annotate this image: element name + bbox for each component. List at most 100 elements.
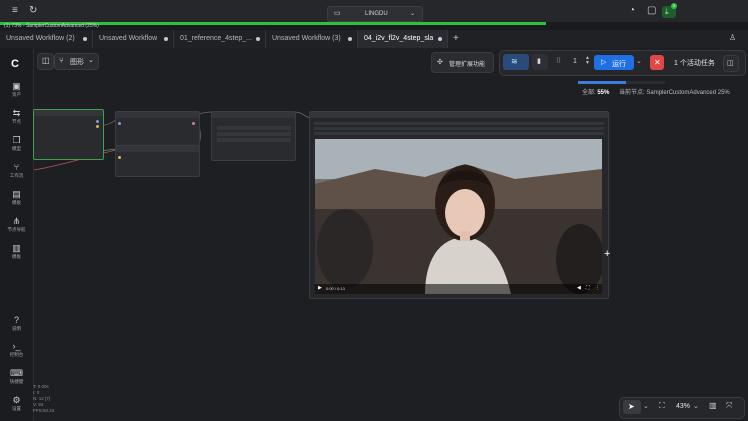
input-port[interactable] — [118, 156, 121, 159]
video-controls: ▶ 0:00 / 0:13 ◀ ⛶ ⋮ — [315, 284, 602, 294]
drag-handle-icon[interactable]: ⠿ — [556, 57, 561, 65]
sidebar-item-node-map[interactable]: ⋔ 节点导航 — [0, 216, 33, 233]
stepper-arrows-icon[interactable]: ▲ ▼ — [585, 56, 590, 66]
terminal-icon: ›_ — [12, 341, 21, 351]
wave-icon: ≋ — [511, 57, 518, 66]
gallery-icon: ▥ — [12, 243, 21, 253]
widget-row[interactable] — [314, 122, 604, 125]
download-badge: 0 — [671, 3, 677, 9]
active-tasks-label[interactable]: 1 个活动任务 — [674, 58, 715, 68]
new-tab-button[interactable]: + — [453, 33, 459, 44]
tab-unsaved-workflow-3[interactable]: Unsaved Workflow (3) — [266, 30, 358, 48]
minimap-icon[interactable]: ▥ — [709, 401, 717, 410]
video-preview[interactable]: ▶ 0:00 / 0:13 ◀ ⛶ ⋮ — [315, 139, 602, 294]
fullscreen-icon[interactable]: ⛶ — [586, 285, 590, 291]
download-button[interactable]: ⤓ 0 — [662, 3, 677, 18]
overall-progress-bar — [578, 81, 626, 84]
run-button[interactable]: ▷ 运行 — [594, 55, 634, 70]
status-line: 全部: 55% 当前节点: SamplerCustomAdvanced 25% — [582, 87, 730, 96]
more-icon[interactable]: ⋮ — [595, 285, 600, 291]
pointer-icon: ➤ — [628, 402, 635, 411]
download-icon: ⤓ — [665, 7, 669, 16]
current-node-label: 当前节点: — [619, 90, 645, 96]
user-icon[interactable]: ♙ — [729, 33, 736, 42]
unsaved-dot-icon — [438, 37, 442, 41]
tab-label: 04_i2v_fl2v_4step_sla — [364, 35, 434, 42]
widget-row[interactable] — [314, 132, 604, 135]
play-icon: ▷ — [601, 59, 607, 66]
play-icon[interactable]: ▶ — [318, 285, 322, 291]
sidebar-item-console[interactable]: ›_ 控制台 — [0, 341, 33, 358]
device-selector[interactable]: ▭ LINGDU ⌄ — [327, 6, 423, 22]
current-node-value: SamplerCustomAdvanced 25% — [646, 90, 730, 96]
tab-01-reference[interactable]: 01_reference_4step_... — [174, 30, 266, 48]
load-image-node[interactable] — [33, 109, 104, 160]
widget-row[interactable] — [314, 127, 604, 130]
link-visibility-icon[interactable]: ⤧ — [726, 401, 732, 411]
unsaved-dot-icon — [83, 37, 87, 41]
sidebar-item-templates[interactable]: ▤ 模板 — [0, 189, 33, 206]
progress-text: (1) 73% - SamplerCustomAdvanced (25%) — [4, 23, 99, 29]
flow-icon: ⑂ — [13, 162, 20, 172]
overall-value: 55% — [597, 90, 610, 96]
zoom-level[interactable]: 43% — [676, 403, 690, 410]
video-frame-image — [315, 139, 602, 294]
select-tool-button[interactable]: ➤ — [623, 400, 641, 414]
tab-label: Unsaved Workflow (3) — [272, 35, 341, 42]
queue-panel-button[interactable]: ◫ — [723, 55, 739, 72]
graph-icon: ⑂ — [59, 56, 64, 65]
run-options-chevron-icon[interactable]: ⌄ — [636, 57, 642, 65]
tab-label: 01_reference_4step_... — [180, 35, 252, 42]
sidebar-item-help[interactable]: ? 说明 — [0, 315, 33, 332]
input-port[interactable] — [118, 122, 121, 125]
sidebar-item-gallery[interactable]: ▥ 模板 — [0, 243, 33, 260]
tab-label: Unsaved Workflow — [99, 35, 158, 42]
gear-icon: ⚙ — [12, 395, 21, 405]
sidebar-item-assets[interactable]: ▣ 资产 — [0, 81, 33, 98]
crosshair-cursor-icon: + — [604, 248, 611, 260]
chevron-down-icon[interactable]: ⌄ — [693, 402, 699, 410]
manage-extensions-button[interactable]: ✣ 管理扩展功能 — [431, 52, 494, 73]
tab-unsaved-workflow-2[interactable]: Unsaved Workflow (2) — [0, 30, 93, 48]
link-icon: ⇆ — [12, 108, 21, 118]
panel-icon: ◫ — [42, 56, 50, 65]
stop-button[interactable]: ✕ — [650, 55, 664, 70]
batch-button[interactable]: ▮ — [532, 54, 548, 70]
refresh-icon[interactable]: ↻ — [29, 6, 37, 16]
chevron-down-icon: ⌄ — [88, 57, 94, 64]
sidebar-item-settings[interactable]: ⚙ 设置 — [0, 395, 33, 412]
chat-icon[interactable]: ▢ — [647, 6, 656, 16]
batch-icon: ▮ — [537, 58, 541, 65]
chevron-down-icon: ⌄ — [410, 11, 416, 17]
unsaved-dot-icon — [348, 37, 352, 41]
queue-mode-button[interactable]: ≋ — [503, 54, 529, 70]
sidebar-item-shortcuts[interactable]: ⌨ 快捷键 — [0, 368, 33, 385]
graph-view-button[interactable]: ⑂ 图形 ⌄ — [54, 53, 99, 70]
conditioning-node[interactable] — [115, 145, 200, 177]
encoder-node[interactable] — [115, 111, 200, 146]
run-label: 运行 — [612, 61, 626, 68]
tab-04-i2v[interactable]: 04_i2v_fl2v_4step_sla — [358, 30, 448, 48]
sidebar-item-models[interactable]: ❒ 模型 — [0, 135, 33, 152]
widget-row[interactable] — [217, 138, 291, 142]
volume-icon[interactable]: ◀ — [577, 285, 581, 291]
chevron-down-icon[interactable]: ⌄ — [643, 402, 649, 410]
sampler-node[interactable] — [211, 111, 296, 161]
output-port[interactable] — [192, 122, 195, 125]
sidebar-item-nodes[interactable]: ⇆ 节点 — [0, 108, 33, 125]
widget-row[interactable] — [217, 132, 291, 136]
output-port[interactable] — [96, 120, 99, 123]
bell-icon[interactable]: ◔ — [629, 6, 635, 16]
panel-toggle-button[interactable]: ◫ — [37, 53, 54, 70]
queue-count[interactable]: 1 — [573, 58, 577, 65]
tab-label: Unsaved Workflow (2) — [6, 35, 75, 42]
sidebar-right-icon: ◫ — [727, 60, 734, 67]
widget-row[interactable] — [217, 126, 291, 130]
template-icon: ▤ — [12, 189, 21, 199]
output-port[interactable] — [96, 125, 99, 128]
fit-view-icon[interactable]: ⛶ — [659, 401, 665, 411]
tab-unsaved-workflow[interactable]: Unsaved Workflow — [93, 30, 174, 48]
sidebar-item-workflows[interactable]: ⑂ 工作流 — [0, 162, 33, 179]
menu-icon[interactable]: ≡ — [12, 6, 18, 16]
node-title-bar — [310, 112, 608, 118]
